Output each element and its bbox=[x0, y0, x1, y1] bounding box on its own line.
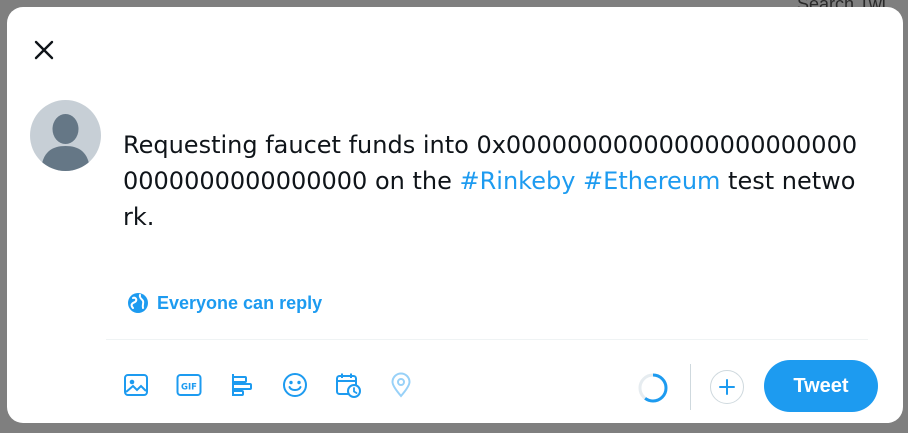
schedule-icon bbox=[336, 373, 361, 398]
divider bbox=[106, 339, 868, 340]
poll-button[interactable] bbox=[225, 367, 259, 403]
plus-icon bbox=[719, 379, 735, 395]
toolbar-separator bbox=[690, 364, 691, 410]
location-button[interactable] bbox=[384, 367, 418, 403]
globe-icon bbox=[128, 293, 148, 313]
tweet-button[interactable]: Tweet bbox=[764, 360, 878, 412]
character-count-progress bbox=[638, 373, 668, 403]
gif-button[interactable]: GIF bbox=[172, 367, 206, 403]
reply-setting-button[interactable]: Everyone can reply bbox=[127, 292, 322, 314]
media-button[interactable] bbox=[119, 367, 153, 403]
emoji-button[interactable] bbox=[278, 367, 312, 403]
compose-toolbar: GIF bbox=[119, 367, 418, 403]
default-avatar-icon bbox=[41, 114, 90, 171]
poll-icon bbox=[232, 374, 252, 396]
hashtag-ethereum[interactable]: #Ethereum bbox=[583, 167, 720, 195]
emoji-icon bbox=[283, 373, 307, 397]
compose-tweet-modal: Requesting faucet funds into 0x000000000… bbox=[7, 7, 903, 423]
schedule-button[interactable] bbox=[331, 367, 365, 403]
gif-icon: GIF bbox=[176, 374, 202, 396]
svg-text:GIF: GIF bbox=[181, 382, 197, 392]
reply-setting-label: Everyone can reply bbox=[157, 292, 323, 313]
close-button[interactable] bbox=[29, 35, 59, 65]
image-icon bbox=[124, 374, 148, 396]
close-icon bbox=[34, 40, 54, 60]
hashtag-rinkeby[interactable]: #Rinkeby bbox=[459, 167, 575, 195]
tweet-text-area[interactable]: Requesting faucet funds into 0x000000000… bbox=[123, 127, 863, 235]
add-thread-button[interactable] bbox=[710, 370, 744, 404]
avatar[interactable] bbox=[30, 100, 101, 171]
location-icon bbox=[391, 372, 411, 398]
